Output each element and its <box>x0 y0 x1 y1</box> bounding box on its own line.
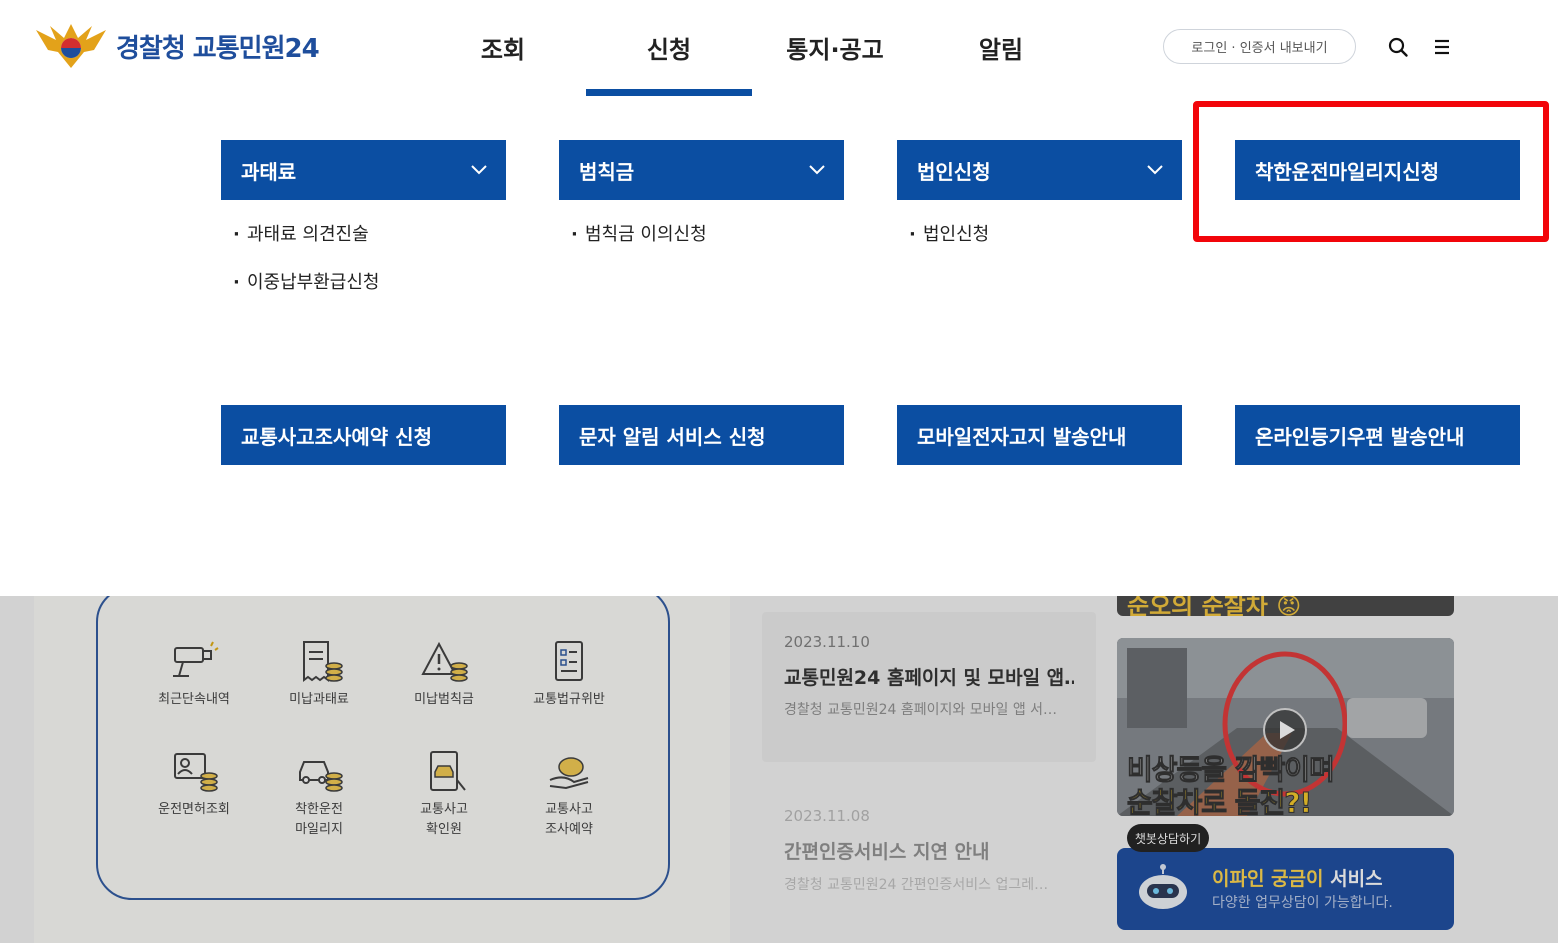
menu-penalty-label: 범칙금 <box>579 159 635 184</box>
nav-item-notice[interactable]: 통지·공고 <box>752 0 918 96</box>
quick-label: 미납범칙금 <box>414 692 474 707</box>
chatbot-banner[interactable]: 이파인 궁금이 서비스 다양한 업무상담이 가능합니다. <box>1117 848 1454 930</box>
nav-item-inquiry[interactable]: 조회 <box>420 0 586 96</box>
quick-item-accident-booking[interactable]: 교통사고 조사예약 <box>509 750 629 840</box>
quick-menu-box: 최근단속내역 미납과태료 미납범칙금 교통법규위반 운전면허조회 착한운전 마일… <box>96 596 670 900</box>
quick-label: 미납과태료 <box>289 692 349 707</box>
video-banner[interactable]: 비상등을 깜빡이며 순찰차로 돌진?! <box>1117 638 1454 816</box>
quick-item-unpaid-penalties[interactable]: 미납범칙금 <box>384 640 504 710</box>
fine-submenu: 과태료 의견진술 이중납부환급신청 <box>233 220 379 316</box>
quick-label-line1: 교통사고 <box>420 802 468 817</box>
penalty-submenu: 범칙금 이의신청 <box>571 220 707 268</box>
quick-label: 최근단속내역 <box>158 692 230 707</box>
quick-item-unpaid-fines[interactable]: 미납과태료 <box>259 640 379 710</box>
quick-label-line1: 착한운전 <box>295 802 343 817</box>
accident-document-icon <box>430 751 466 791</box>
police-emblem-icon <box>36 24 106 68</box>
chevron-down-icon <box>471 165 487 175</box>
banner-caption: 순오의 순찰차 😡 <box>1127 596 1302 616</box>
site-header: 경찰청 교통민원24 조회 신청 통지·공고 알림 로그인 · 인증서 내보내기 <box>0 0 1558 96</box>
menu-online-registered-mail-button[interactable]: 온라인등기우편 발송안내 <box>1235 405 1520 465</box>
notice-description: 경찰청 교통민원24 홈페이지와 모바일 앱 서… <box>784 702 1058 718</box>
notice-title[interactable]: 간편인증서비스 지연 안내 <box>784 837 1074 864</box>
quick-label: 교통법규위반 <box>533 692 605 707</box>
menu-corporate-button[interactable]: 법인신청 <box>897 140 1182 200</box>
logo-text: 경찰청 교통민원24 <box>116 33 320 64</box>
menu-accident-investigation-booking-label: 교통사고조사예약 신청 <box>241 424 432 449</box>
quick-item-license-inquiry[interactable]: 운전면허조회 <box>134 750 254 820</box>
quick-label-line2: 마일리지 <box>295 822 343 837</box>
play-button-icon[interactable] <box>1263 708 1307 752</box>
chevron-down-icon <box>1147 165 1163 175</box>
quick-label-line2: 조사예약 <box>545 822 593 837</box>
quick-item-traffic-violation[interactable]: 교통법규위반 <box>509 640 629 710</box>
robot-icon <box>1139 864 1187 909</box>
quick-item-safe-driving-mileage[interactable]: 착한운전 마일리지 <box>259 750 379 840</box>
chatbot-title-highlight: 이파인 궁금이 <box>1212 868 1324 890</box>
highlight-annotation-box <box>1193 101 1549 242</box>
warning-coins-icon <box>421 641 468 682</box>
menu-icon[interactable] <box>1431 36 1453 58</box>
quick-item-accident-certificate[interactable]: 교통사고 확인원 <box>384 750 504 840</box>
quick-label: 운전면허조회 <box>158 802 230 817</box>
menu-online-registered-mail-label: 온라인등기우편 발송안내 <box>1255 424 1465 449</box>
chevron-down-icon <box>809 165 825 175</box>
menu-sms-alert-service-label: 문자 알림 서비스 신청 <box>579 424 766 449</box>
menu-fine-button[interactable]: 과태료 <box>221 140 506 200</box>
nav-item-application[interactable]: 신청 <box>586 0 752 96</box>
notice-date: 2023.11.10 <box>784 633 870 651</box>
receipt-coins-icon <box>303 641 343 682</box>
menu-penalty-button[interactable]: 범칙금 <box>559 140 844 200</box>
quick-item-recent-enforcement[interactable]: 최근단속내역 <box>134 640 254 710</box>
notice-date: 2023.11.08 <box>784 807 870 825</box>
banner-thumbnail-top[interactable]: 순오의 순찰차 😡 <box>1117 596 1454 616</box>
checklist-icon <box>555 641 583 681</box>
submenu-item-fine-opinion[interactable]: 과태료 의견진술 <box>233 220 379 268</box>
submenu-item-penalty-objection[interactable]: 범칙금 이의신청 <box>571 220 707 268</box>
site-logo[interactable]: 경찰청 교통민원24 <box>34 22 320 70</box>
chatbot-title: 이파인 궁금이 서비스 <box>1212 864 1383 891</box>
menu-mobile-e-notice-button[interactable]: 모바일전자고지 발송안내 <box>897 405 1182 465</box>
chatbot-tooltip[interactable]: 챗봇상담하기 <box>1127 824 1209 852</box>
quick-label-line1: 교통사고 <box>545 802 593 817</box>
menu-mobile-e-notice-label: 모바일전자고지 발송안내 <box>917 424 1127 449</box>
camera-icon <box>173 641 219 677</box>
menu-fine-label: 과태료 <box>241 159 297 184</box>
quick-label-line2: 확인원 <box>426 822 462 837</box>
piggy-bank-icon <box>549 757 589 790</box>
menu-corporate-label: 법인신청 <box>917 159 991 184</box>
nav-item-alerts[interactable]: 알림 <box>918 0 1084 96</box>
menu-accident-investigation-booking-button[interactable]: 교통사고조사예약 신청 <box>221 405 506 465</box>
notice-title[interactable]: 교통민원24 홈페이지 및 모바일 앱… <box>784 663 1074 690</box>
login-button[interactable]: 로그인 · 인증서 내보내기 <box>1163 29 1356 64</box>
submenu-item-double-payment-refund[interactable]: 이중납부환급신청 <box>233 268 379 316</box>
submenu-item-corporate-application[interactable]: 법인신청 <box>909 220 989 268</box>
notice-description: 경찰청 교통민원24 간편인증서비스 업그레… <box>784 877 1049 893</box>
car-coins-icon <box>299 761 343 792</box>
main-nav: 조회 신청 통지·공고 알림 <box>420 0 1084 96</box>
video-caption-line2: 순찰차로 돌진?! <box>1126 786 1312 817</box>
menu-sms-alert-service-button[interactable]: 문자 알림 서비스 신청 <box>559 405 844 465</box>
search-icon[interactable] <box>1387 36 1409 58</box>
chatbot-subtitle: 다양한 업무상담이 가능합니다. <box>1212 895 1393 911</box>
page-background: 최근단속내역 미납과태료 미납범칙금 교통법규위반 운전면허조회 착한운전 마일… <box>0 596 1558 943</box>
corporate-submenu: 법인신청 <box>909 220 989 268</box>
id-card-icon <box>174 753 218 792</box>
chatbot-title-rest: 서비스 <box>1323 868 1383 890</box>
